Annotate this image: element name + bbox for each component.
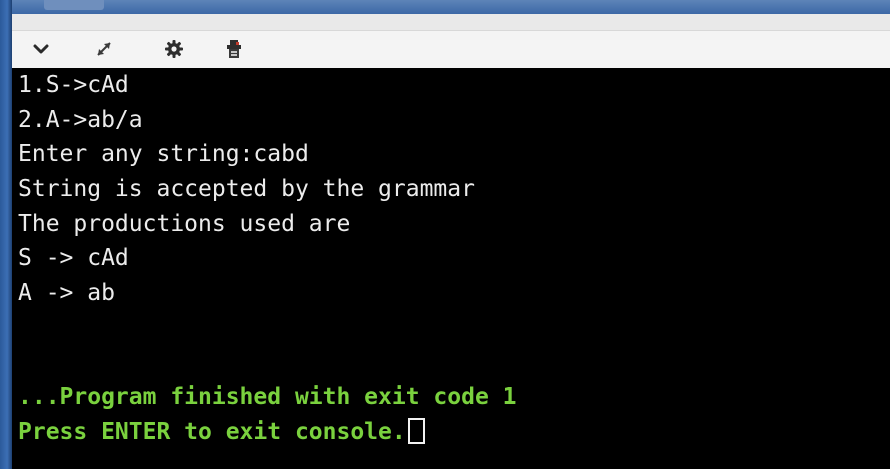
console-output[interactable]: 1.S->cAd 2.A->ab/a Enter any string:cabd… [12, 68, 890, 469]
window-title-strip [0, 0, 890, 14]
output-line: The productions used are [18, 210, 351, 237]
output-line: 1.S->cAd [18, 72, 129, 98]
exit-prompt-text: Press ENTER to exit console. [18, 418, 406, 445]
toolbar-divider [12, 14, 890, 30]
console-toolbar [12, 30, 890, 68]
gear-icon[interactable] [162, 37, 186, 61]
output-line: String is accepted by the grammar [18, 176, 475, 203]
output-line: Enter any string:cabd [18, 141, 309, 168]
exit-status-line: ...Program finished with exit code 1 [18, 384, 517, 411]
output-line: 2.A->ab/a [18, 106, 143, 133]
output-line: S -> cAd [18, 245, 129, 272]
stdin-icon[interactable] [222, 37, 246, 61]
output-line: A -> ab [18, 280, 115, 307]
expand-icon[interactable] [92, 37, 116, 61]
exit-prompt-line: Press ENTER to exit console. [18, 415, 890, 450]
chevron-down-icon[interactable] [30, 37, 52, 61]
text-cursor[interactable] [407, 417, 425, 444]
console-window: 1.S->cAd 2.A->ab/a Enter any string:cabd… [0, 0, 890, 469]
window-left-border [0, 0, 12, 469]
window-tab[interactable] [44, 0, 104, 10]
